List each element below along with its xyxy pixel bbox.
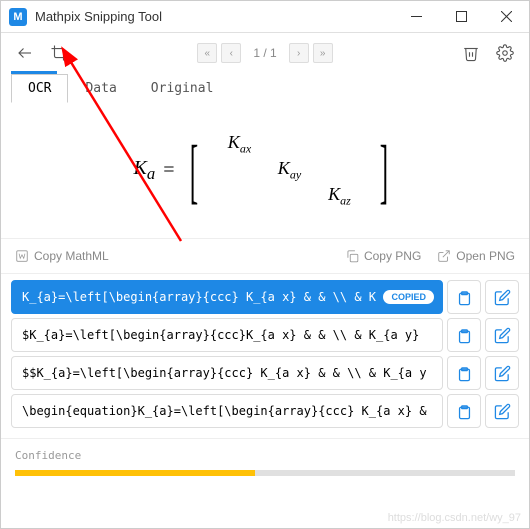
pager-next-button[interactable]: › [289,43,309,63]
confidence-bar [15,470,515,476]
pager-prev-button[interactable]: ‹ [221,43,241,63]
back-button[interactable] [11,39,39,67]
word-icon [15,249,29,263]
external-link-icon [437,249,451,263]
results-list: K_{a}=\left[\begin{array}{ccc} K_{a x} &… [1,274,529,438]
tab-ocr[interactable]: OCR [11,74,68,103]
result-text[interactable]: $K_{a}=\left[\begin{array}{ccc}K_{a x} &… [11,318,443,352]
copy-mathml-button[interactable]: Copy MathML [15,249,109,263]
copy-png-button[interactable]: Copy PNG [345,249,421,263]
close-button[interactable] [484,1,529,32]
tab-data[interactable]: Data [68,74,133,103]
copy-icon [345,249,359,263]
confidence-label: Confidence [1,438,529,466]
maximize-button[interactable] [439,1,484,32]
clipboard-icon [456,289,473,306]
delete-button[interactable] [457,39,485,67]
result-row: $$K_{a}=\left[\begin{array}{ccc} K_{a x}… [11,356,519,390]
result-row: \begin{equation}K_{a}=\left[\begin{array… [11,394,519,428]
tabs: OCR Data Original [1,74,529,103]
pager-last-button[interactable]: » [313,43,333,63]
preview-area: Ka = [ Kax Kay Kaz ] [1,103,529,238]
copy-row-button[interactable] [447,318,481,352]
crop-icon[interactable] [45,39,73,67]
app-logo-icon: M [9,8,27,26]
page-info: 1 / 1 [253,46,276,60]
edit-row-button[interactable] [485,318,519,352]
titlebar: M Mathpix Snipping Tool [1,1,529,33]
edit-icon [494,403,511,420]
toolbar: « ‹ 1 / 1 › » [1,33,529,73]
window-title: Mathpix Snipping Tool [35,9,394,24]
edit-row-button[interactable] [485,280,519,314]
copy-row-button[interactable] [447,280,481,314]
edit-icon [494,289,511,306]
edit-icon [494,327,511,344]
action-bar: Copy MathML Copy PNG Open PNG [1,238,529,274]
settings-button[interactable] [491,39,519,67]
result-text[interactable]: K_{a}=\left[\begin{array}{ccc} K_{a x} &… [11,280,443,314]
result-row: $K_{a}=\left[\begin{array}{ccc}K_{a x} &… [11,318,519,352]
tab-original[interactable]: Original [134,74,231,103]
minimize-button[interactable] [394,1,439,32]
pager: « ‹ 1 / 1 › » [197,43,332,63]
clipboard-icon [456,403,473,420]
result-text[interactable]: $$K_{a}=\left[\begin{array}{ccc} K_{a x}… [11,356,443,390]
open-png-button[interactable]: Open PNG [437,249,515,263]
copy-row-button[interactable] [447,394,481,428]
edit-row-button[interactable] [485,356,519,390]
edit-icon [494,365,511,382]
result-row: K_{a}=\left[\begin{array}{ccc} K_{a x} &… [11,280,519,314]
clipboard-icon [456,365,473,382]
copied-badge: COPIED [383,290,434,304]
copy-row-button[interactable] [447,356,481,390]
result-text[interactable]: \begin{equation}K_{a}=\left[\begin{array… [11,394,443,428]
clipboard-icon [456,327,473,344]
pager-first-button[interactable]: « [197,43,217,63]
watermark: https://blog.csdn.net/wy_97 [388,512,521,524]
edit-row-button[interactable] [485,394,519,428]
